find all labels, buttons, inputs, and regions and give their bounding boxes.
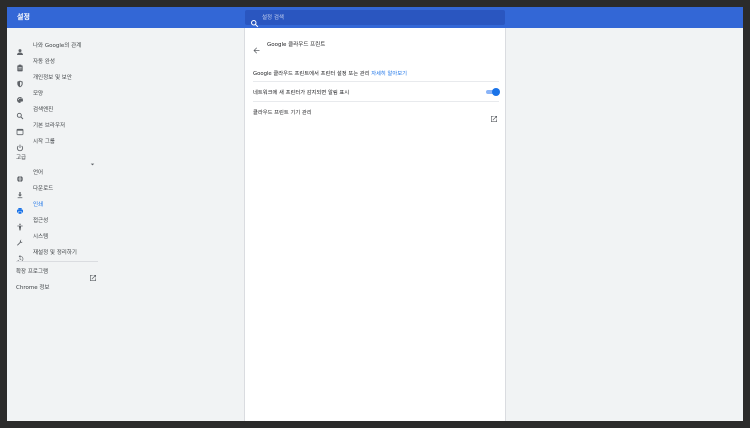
sidebar-item-downloads[interactable]: 다운로드 [7, 182, 245, 199]
globe-icon [16, 168, 24, 183]
search-icon [16, 105, 24, 120]
sidebar-item-label: 검색엔진 [33, 107, 54, 113]
browser-icon [16, 121, 24, 136]
sidebar-item-languages[interactable]: 언어 [7, 166, 245, 183]
printer-icon [16, 200, 24, 215]
sidebar-item-search-engine[interactable]: 검색엔진 [7, 103, 245, 120]
sidebar: 나와 Google의 관계 자동 완성 개인정보 및 보안 모양 검색엔진 기본… [7, 28, 245, 421]
power-icon [16, 137, 24, 152]
sidebar-item-you-and-google[interactable]: 나와 Google의 관계 [7, 39, 245, 55]
sidebar-item-label: 재설정 및 정리하기 [33, 250, 77, 256]
sidebar-item-about-chrome[interactable]: Chrome 정보 [16, 283, 49, 291]
search-input[interactable] [262, 11, 500, 24]
search-box[interactable] [245, 10, 505, 28]
manage-cloud-print-row[interactable]: 클라우드 프린트 기기 관리 [245, 102, 507, 122]
cloud-print-description: Google 클라우드 프린트에서 프린터 설정 또는 관리 [253, 71, 370, 77]
sidebar-item-default-browser[interactable]: 기본 브라우저 [7, 119, 245, 136]
cloud-print-info-row: Google 클라우드 프린트에서 프린터 설정 또는 관리 자세히 알아보기 [245, 63, 507, 83]
chevron-up-icon[interactable] [89, 153, 96, 166]
sidebar-item-appearance[interactable]: 모양 [7, 87, 245, 103]
sidebar-item-autofill[interactable]: 자동 완성 [7, 55, 245, 72]
advanced-section-label[interactable]: 고급 [16, 153, 26, 161]
printer-notification-row[interactable]: 네트워크에 새 프린터가 감지되면 알림 표시 [245, 82, 507, 102]
back-arrow-icon[interactable] [252, 40, 261, 54]
sidebar-item-on-startup[interactable]: 시작 그룹 [7, 135, 245, 152]
sidebar-item-label: 시작 그룹 [33, 139, 55, 145]
sidebar-item-label: 자동 완성 [33, 59, 55, 65]
app-title: 설정 [17, 13, 30, 21]
main-panel: Google 클라우드 프린트 Google 클라우드 프린트에서 프린터 설정… [244, 28, 506, 421]
shield-icon [16, 73, 24, 88]
page-title: Google 클라우드 프린트 [267, 42, 326, 48]
sidebar-item-extensions[interactable]: 확장 프로그램 [16, 267, 48, 275]
sidebar-item-label: 모양 [33, 91, 44, 97]
person-icon [16, 41, 24, 55]
sidebar-item-label: 인쇄 [33, 202, 44, 208]
download-icon [16, 184, 24, 199]
sidebar-item-privacy[interactable]: 개인정보 및 보안 [7, 71, 245, 88]
search-icon [250, 13, 259, 28]
manage-cloud-print-label: 클라우드 프린트 기기 관리 [253, 110, 312, 116]
learn-more-link[interactable]: 자세히 알아보기 [371, 71, 407, 77]
printer-notification-label: 네트워크에 새 프린터가 감지되면 알림 표시 [253, 90, 350, 96]
sidebar-item-printing[interactable]: 인쇄 [7, 198, 245, 215]
header-bar: 설정 [7, 7, 743, 28]
sidebar-item-reset[interactable]: 재설정 및 정리하기 [7, 246, 245, 262]
sidebar-item-label: 시스템 [33, 234, 49, 240]
sidebar-item-label: 기본 브라우저 [33, 123, 66, 129]
sidebar-item-accessibility[interactable]: 접근성 [7, 214, 245, 231]
wrench-icon [16, 232, 24, 246]
sidebar-item-system[interactable]: 시스템 [7, 230, 245, 246]
printer-notification-toggle[interactable] [485, 88, 500, 96]
sidebar-divider [16, 261, 98, 262]
chrome-settings-window: 설정 나와 Google의 관계 자동 완성 개인정보 및 보안 모양 검색엔진 [7, 7, 743, 421]
clipboard-icon [16, 57, 24, 72]
sidebar-item-label: 접근성 [33, 218, 49, 224]
open-in-new-icon[interactable] [490, 108, 498, 122]
open-in-new-icon[interactable] [89, 267, 97, 281]
sidebar-item-label: 다운로드 [33, 186, 54, 192]
accessibility-icon [16, 216, 24, 231]
palette-icon [16, 89, 24, 103]
restore-icon [16, 248, 24, 262]
sidebar-item-label: 언어 [33, 170, 44, 176]
sidebar-item-label: 나와 Google의 관계 [33, 43, 82, 49]
sidebar-item-label: 개인정보 및 보안 [33, 75, 72, 81]
